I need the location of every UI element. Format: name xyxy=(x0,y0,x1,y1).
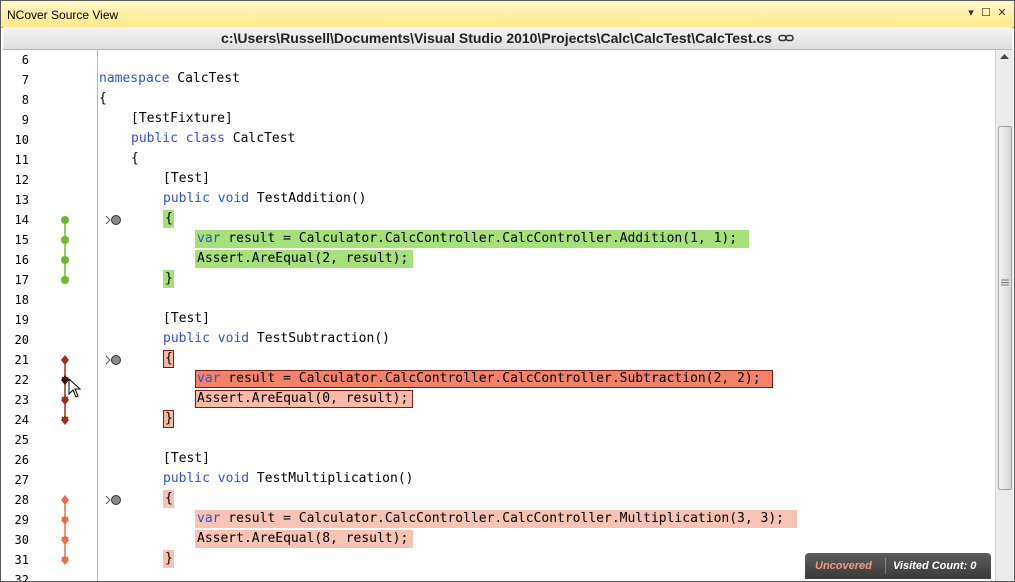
code-line: var result = Calculator.CalcController.C… xyxy=(197,231,738,246)
code-line: public void TestSubtraction() xyxy=(163,331,390,346)
file-path: c:\Users\Russell\Documents\Visual Studio… xyxy=(221,30,772,46)
vertical-scrollbar[interactable] xyxy=(995,50,1013,581)
title-bar: NCover Source View ▾ ☐ ✕ xyxy=(1,1,1014,28)
code-line: { xyxy=(165,211,173,226)
code-line: Assert.AreEqual(8, result); xyxy=(197,531,409,546)
method-point-icon[interactable] xyxy=(105,355,121,365)
visited-count: Visited Count: 0 xyxy=(893,560,977,572)
code-line: Assert.AreEqual(0, result); xyxy=(197,391,409,406)
coverage-gutter xyxy=(61,216,82,565)
code-line: public void TestAddition() xyxy=(163,191,367,206)
gutter-separator xyxy=(97,50,98,581)
chain-link-icon[interactable] xyxy=(778,30,794,46)
code-line: } xyxy=(165,411,173,426)
uncovered-label: Uncovered xyxy=(815,560,872,572)
keyword: namespace xyxy=(99,71,170,86)
code-line: [Test] xyxy=(163,451,210,466)
code-line: { xyxy=(131,151,139,166)
scroll-up-arrow-icon[interactable] xyxy=(1000,54,1009,60)
method-point-icon[interactable] xyxy=(105,215,121,225)
code-line: [Test] xyxy=(163,171,210,186)
scrollbar-thumb[interactable] xyxy=(998,126,1012,490)
close-icon[interactable]: ✕ xyxy=(996,7,1008,19)
code-line: } xyxy=(165,271,173,286)
code-line: Assert.AreEqual(2, result); xyxy=(197,251,409,266)
code-line: namespace CalcTest xyxy=(99,71,240,86)
method-point-icon[interactable] xyxy=(105,495,121,505)
mouse-cursor-icon xyxy=(68,377,82,398)
code-line: public class CalcTest xyxy=(131,131,296,146)
pin-dropdown-icon[interactable]: ▾ xyxy=(965,7,977,19)
maximize-icon[interactable]: ☐ xyxy=(980,7,992,19)
uncovered-sequence-markers xyxy=(61,495,69,565)
code-line: var result = Calculator.CalcController.C… xyxy=(197,511,785,526)
code-line: } xyxy=(165,551,173,566)
code-line: [TestFixture] xyxy=(131,111,233,126)
window-title: NCover Source View xyxy=(7,8,119,22)
grip-icon xyxy=(1001,279,1009,286)
code-line: public void TestMultiplication() xyxy=(163,471,414,486)
covered-sequence-point-markers xyxy=(61,216,69,284)
code-line: { xyxy=(165,491,173,506)
file-path-bar: c:\Users\Russell\Documents\Visual Studio… xyxy=(3,27,1012,50)
uncovered-selected-sequence-markers xyxy=(61,355,69,425)
ncover-source-view-window: NCover Source View ▾ ☐ ✕ c:\Users\Russel… xyxy=(0,0,1015,582)
source-editor[interactable]: 6 7 8 9 10 11 12 13 14 15 16 17 18 19 20… xyxy=(3,50,995,581)
code-line: [Test] xyxy=(163,311,210,326)
coverage-status-badge: Uncovered Visited Count: 0 xyxy=(805,553,991,579)
code-line: { xyxy=(165,351,173,366)
code-line: { xyxy=(99,91,107,106)
method-point-icons xyxy=(105,215,121,505)
code-line: var result = Calculator.CalcController.C… xyxy=(197,371,761,386)
status-divider xyxy=(885,558,886,574)
